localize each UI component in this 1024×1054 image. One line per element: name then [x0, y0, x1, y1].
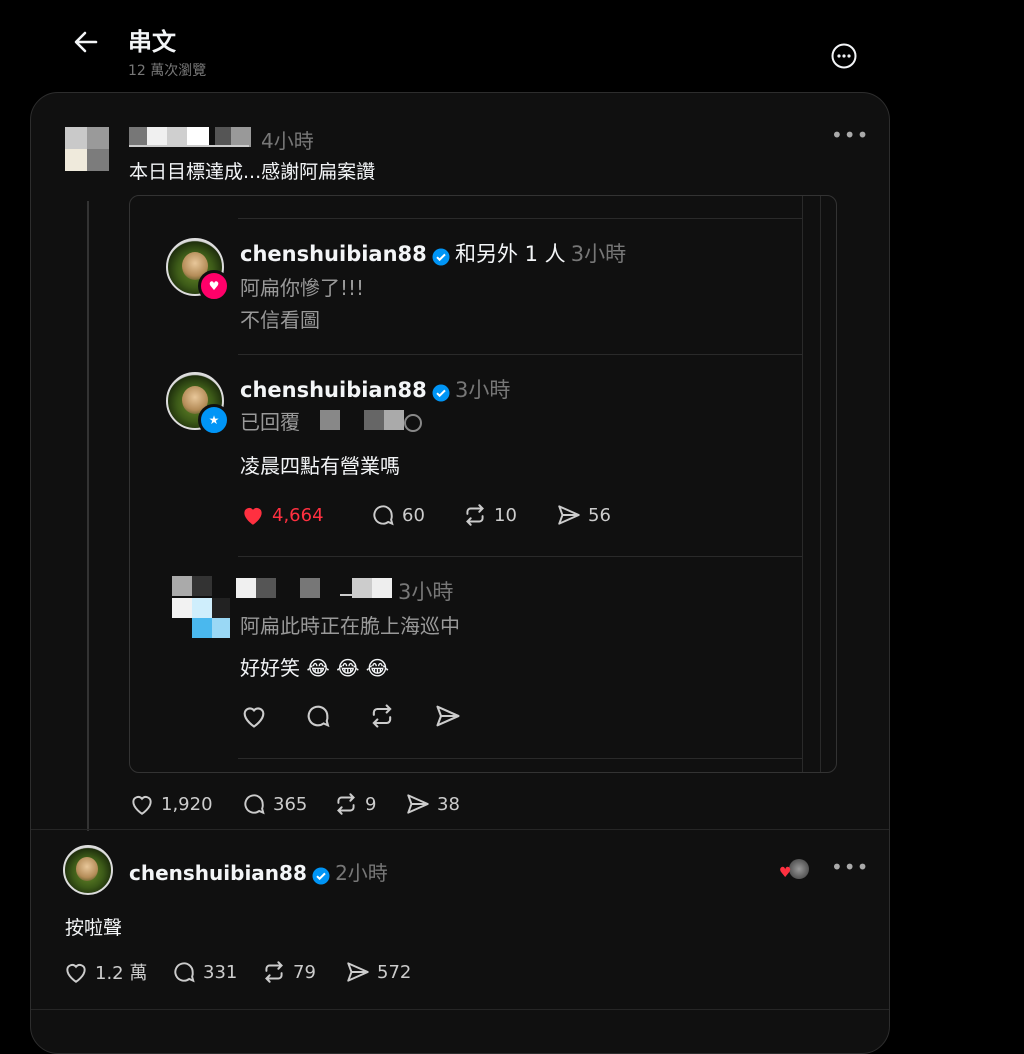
repost-icon: [265, 961, 283, 983]
reply-reply-button[interactable]: 331: [171, 959, 237, 985]
reply-like-count: 1.2 萬: [95, 963, 148, 984]
reply-more-icon[interactable]: •••: [831, 855, 869, 879]
thread-card: 4小時 ••• 本日目標達成...感謝阿扁案讚 ♥ chenshuibian88…: [30, 92, 890, 1054]
comment-icon: [373, 505, 394, 526]
quoted-share-count: 56: [588, 504, 611, 526]
post-repost-count: 9: [365, 793, 377, 815]
repost-icon: [466, 504, 484, 526]
post-text: 本日目標達成...感謝阿扁案讚: [129, 161, 376, 183]
quoted-line-1a: 阿扁你慘了!!!: [240, 276, 365, 300]
heart-outline-icon: [132, 796, 152, 815]
replied-to-prefix: 已回覆: [240, 410, 300, 434]
liked-by-author-icon[interactable]: ♥: [779, 859, 811, 883]
reply-like-button[interactable]: 1.2 萬: [63, 959, 147, 985]
reply-reply-count: 331: [203, 961, 238, 983]
verified-badge-icon: [312, 867, 330, 884]
replied-to-blurred-name[interactable]: [320, 408, 430, 432]
quoted-screenshot[interactable]: ♥ chenshuibian88 和另外 1 人 3小時 阿扁你慘了!!! 不信…: [129, 195, 837, 773]
post-avatar-blurred[interactable]: [65, 127, 113, 173]
reply-share-count: 572: [377, 961, 412, 983]
quoted-time-1: 3小時: [570, 242, 627, 266]
post-repost-button[interactable]: 9: [333, 791, 376, 817]
quoted-like-count: 4,664: [272, 504, 324, 526]
reply-time: 2小時: [335, 861, 388, 885]
quoted-text-2: 凌晨四點有營業嗎: [240, 454, 400, 478]
post-username-blurred[interactable]: [129, 127, 253, 149]
quoted-line-3b: 好好笑 😂 😂 😂: [240, 656, 390, 680]
quoted-line-3a: 阿扁此時正在脆上海巡中: [240, 614, 460, 638]
send-icon[interactable]: [434, 702, 462, 730]
post-like-button[interactable]: 1,920: [129, 791, 213, 817]
quoted-repost-count: 10: [494, 504, 517, 526]
more-options-circle-icon[interactable]: [830, 42, 858, 70]
post-reply-count: 365: [273, 793, 308, 815]
send-icon: [407, 794, 429, 814]
send-icon: [558, 505, 580, 525]
comment-icon: [244, 794, 265, 815]
post-more-icon[interactable]: •••: [831, 123, 869, 147]
quoted-reply-count: 60: [402, 504, 425, 526]
top-bar: 串文 12 萬次瀏覽: [0, 0, 1024, 90]
reply-repost-count: 79: [293, 961, 316, 983]
divider: [31, 1009, 889, 1010]
quoted-like-button[interactable]: 4,664: [240, 502, 324, 528]
verified-badge-icon: [432, 248, 450, 265]
divider: [31, 829, 889, 830]
comment-icon[interactable]: [304, 702, 332, 730]
repost-icon[interactable]: [368, 702, 396, 730]
reply-username[interactable]: chenshuibian88: [129, 861, 307, 885]
heart-outline-icon[interactable]: [240, 702, 268, 730]
verified-badge-icon: [432, 384, 450, 401]
post-like-count: 1,920: [161, 793, 213, 815]
quoted-reply-button[interactable]: 60: [370, 502, 425, 528]
back-arrow-icon[interactable]: [70, 26, 102, 58]
quoted-username-2[interactable]: chenshuibian88: [240, 378, 427, 402]
heart-badge-icon: ♥: [198, 270, 230, 302]
repost-icon: [337, 793, 355, 815]
reply-share-button[interactable]: 572: [345, 959, 411, 985]
quoted-time-3: 3小時: [398, 580, 454, 604]
post-share-button[interactable]: 38: [405, 791, 460, 817]
thread-line: [87, 201, 89, 831]
post-time: 4小時: [261, 129, 314, 153]
comment-icon: [174, 962, 195, 983]
reply-text: 按啦聲: [65, 917, 123, 939]
quoted-avatar-3-blurred[interactable]: [170, 576, 230, 640]
quoted-share-button[interactable]: 56: [556, 502, 611, 528]
heart-outline-icon: [66, 964, 86, 983]
post-share-count: 38: [437, 793, 460, 815]
page-title: 串文: [128, 28, 176, 56]
heart-filled-icon: [244, 507, 262, 525]
star-badge-icon: ★: [198, 404, 230, 436]
quoted-line-1b: 不信看圖: [240, 308, 320, 332]
quoted-with-others[interactable]: 和另外 1 人: [455, 242, 566, 266]
send-icon: [347, 962, 369, 982]
quoted-username-1[interactable]: chenshuibian88: [240, 242, 427, 266]
view-count: 12 萬次瀏覽: [128, 63, 207, 79]
quoted-username-3-blurred[interactable]: [236, 578, 392, 600]
reply-avatar[interactable]: [63, 845, 113, 895]
quoted-time-2: 3小時: [454, 378, 511, 402]
quoted-repost-button[interactable]: 10: [462, 502, 517, 528]
reply-repost-button[interactable]: 79: [261, 959, 316, 985]
post-reply-button[interactable]: 365: [241, 791, 307, 817]
